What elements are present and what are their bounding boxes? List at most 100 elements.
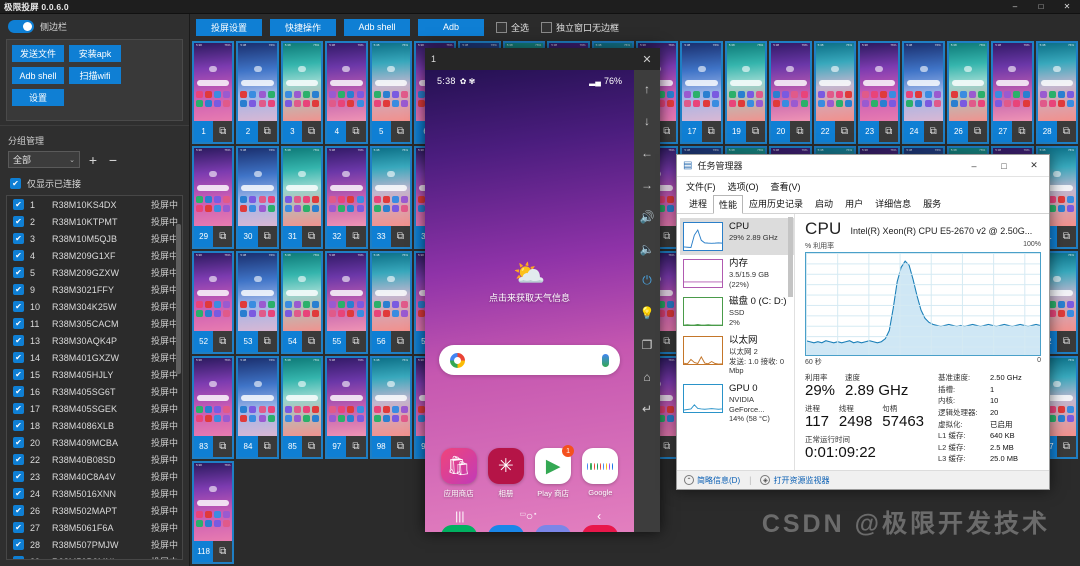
resource-item-GPU 0[interactable]: GPU 0 NVIDIA GeForce... 14% (58 °C): [680, 380, 794, 428]
task-manager-window[interactable]: ▤ 任务管理器 – □ ✕ 文件(F) 选项(O) 查看(V) 进程 性能 应用历史…: [676, 154, 1050, 490]
device-thumbnail[interactable]: 5:38 76% 31 ⧉: [280, 146, 324, 249]
tm-minimize-button[interactable]: –: [959, 155, 989, 177]
tab-服务[interactable]: 服务: [917, 194, 947, 213]
tab-性能[interactable]: 性能: [713, 195, 744, 214]
left-arrow-icon[interactable]: ←: [635, 137, 659, 168]
thumbnail-index[interactable]: 56: [371, 331, 391, 352]
right-arrow-icon[interactable]: →: [635, 169, 659, 200]
cast-settings-button[interactable]: 投屏设置: [196, 18, 262, 36]
thumbnail-index[interactable]: 84: [238, 436, 258, 457]
sidebar-toggle-switch[interactable]: [8, 20, 34, 33]
device-checkbox[interactable]: [13, 301, 24, 312]
device-checkbox[interactable]: [13, 505, 24, 516]
only-connected-checkbox[interactable]: [10, 178, 21, 189]
device-thumbnail[interactable]: 5:38 76% 24 ⧉: [902, 41, 945, 144]
down-arrow-icon[interactable]: ↓: [635, 105, 659, 136]
select-all-row[interactable]: 全选: [496, 21, 529, 34]
open-window-icon[interactable]: ⧉: [213, 331, 232, 352]
remove-group-button[interactable]: −: [106, 153, 120, 167]
device-thumbnail[interactable]: 5:38 76% 118 ⧉: [192, 461, 235, 564]
device-row[interactable]: 28 R38M507PMJW 投屏中: [7, 536, 182, 553]
device-row[interactable]: 4 R38M209G1XF 投屏中: [7, 247, 182, 264]
close-button[interactable]: ✕: [1054, 0, 1080, 13]
microphone-icon[interactable]: [602, 353, 609, 367]
nav-home-icon[interactable]: ○: [526, 509, 533, 523]
only-connected-row[interactable]: 仅显示已连接: [0, 174, 189, 195]
open-window-icon[interactable]: ⧉: [346, 436, 365, 457]
device-thumbnail[interactable]: 5:38 76% 33 ⧉: [369, 146, 412, 249]
resource-item-CPU[interactable]: CPU 29% 2.89 GHz: [680, 218, 794, 255]
device-row[interactable]: 18 R38M4086XLB 投屏中: [7, 417, 182, 434]
open-window-icon[interactable]: ⧉: [1057, 436, 1076, 457]
device-row[interactable]: 15 R38M405HJLY 投屏中: [7, 366, 182, 383]
device-checkbox[interactable]: [13, 335, 24, 346]
device-checkbox[interactable]: [13, 403, 24, 414]
open-window-icon[interactable]: ⧉: [213, 121, 232, 142]
resource-list-scrollbar[interactable]: [788, 217, 793, 297]
open-window-icon[interactable]: ⧉: [391, 436, 410, 457]
app-play-store[interactable]: ▶ 1 Play 商店: [530, 445, 577, 499]
device-checkbox[interactable]: [13, 369, 24, 380]
open-window-icon[interactable]: ⧉: [657, 436, 676, 457]
open-window-icon[interactable]: ⧉: [258, 331, 277, 352]
open-window-icon[interactable]: ⧉: [1012, 121, 1031, 142]
device-checkbox[interactable]: [13, 437, 24, 448]
device-list-scrollbar[interactable]: [176, 224, 181, 374]
device-checkbox[interactable]: [13, 386, 24, 397]
mirror-close-icon[interactable]: ✕: [636, 53, 658, 66]
device-thumbnail[interactable]: 5:38 76% 20 ⧉: [769, 41, 812, 144]
app-google-folder[interactable]: Google: [577, 448, 624, 499]
recents-icon[interactable]: ❐: [635, 329, 659, 360]
thumbnail-index[interactable]: 28: [1037, 121, 1057, 142]
device-thumbnail[interactable]: 5:38 76% 97 ⧉: [325, 356, 368, 459]
tab-启动[interactable]: 启动: [809, 194, 839, 213]
device-checkbox[interactable]: [13, 454, 24, 465]
device-thumbnail[interactable]: 5:38 76% 5 ⧉: [369, 41, 412, 144]
device-row[interactable]: 27 R38M5061F6A 投屏中: [7, 519, 182, 536]
open-window-icon[interactable]: ⧉: [1057, 226, 1076, 247]
adb-shell-toolbar-button[interactable]: Adb shell: [344, 18, 410, 36]
thumbnail-index[interactable]: 2: [238, 121, 258, 142]
resource-monitor-link[interactable]: ◈ 打开资源监视器: [760, 475, 829, 486]
device-thumbnail[interactable]: 5:38 76% 29 ⧉: [192, 146, 235, 249]
open-window-icon[interactable]: ⧉: [258, 436, 277, 457]
volume-up-icon[interactable]: 🔊: [635, 201, 659, 232]
resource-item-内存[interactable]: 内存 3.5/15.9 GB (22%): [680, 255, 794, 293]
device-checkbox[interactable]: [13, 471, 24, 482]
group-select[interactable]: 全部 ⌄: [8, 151, 80, 168]
open-window-icon[interactable]: ⧉: [391, 226, 410, 247]
device-checkbox[interactable]: [13, 250, 24, 261]
open-window-icon[interactable]: ⧉: [346, 331, 365, 352]
app-应用商店[interactable]: 🛍 应用商店: [435, 448, 482, 499]
device-thumbnail[interactable]: 5:38 76% 32 ⧉: [325, 146, 368, 249]
maximize-button[interactable]: □: [1028, 0, 1054, 13]
tab-详细信息[interactable]: 详细信息: [869, 194, 917, 213]
resource-item-以太网[interactable]: 以太网 以太网 2 发送: 1.0 接收: 0 Mbp: [680, 332, 794, 380]
device-thumbnail[interactable]: 5:38 76% 98 ⧉: [369, 356, 412, 459]
device-thumbnail[interactable]: 5:38 76% 52 ⧉: [192, 251, 235, 354]
device-row[interactable]: 23 R38M40C8A4V 投屏中: [7, 468, 182, 485]
open-window-icon[interactable]: ⧉: [746, 121, 765, 142]
thumbnail-index[interactable]: 4: [327, 121, 347, 142]
device-row[interactable]: 11 R38M305CACM 投屏中: [7, 315, 182, 332]
device-thumbnail[interactable]: 5:38 76% 56 ⧉: [369, 251, 412, 354]
minimize-button[interactable]: –: [1002, 0, 1028, 13]
weather-widget[interactable]: ⛅ 点击来获取天气信息: [425, 260, 634, 304]
device-thumbnail[interactable]: 5:38 76% 83 ⧉: [192, 356, 235, 459]
nav-recents-icon[interactable]: |||: [455, 509, 464, 523]
scan-wifi-button[interactable]: 扫描wifi: [69, 67, 121, 84]
device-row[interactable]: 17 R38M405SGEK 投屏中: [7, 400, 182, 417]
device-thumbnail[interactable]: 5:38 76% 30 ⧉: [236, 146, 279, 249]
google-search-bar[interactable]: [439, 345, 620, 375]
device-row[interactable]: 20 R38M409MCBA 投屏中: [7, 434, 182, 451]
device-row[interactable]: 5 R38M209GZXW 投屏中: [7, 264, 182, 281]
app-相册[interactable]: ✳ 相册: [482, 448, 529, 499]
resource-item-磁盘 0 (C: D:)[interactable]: 磁盘 0 (C: D:) SSD 2%: [680, 293, 794, 331]
up-arrow-icon[interactable]: ↑: [635, 73, 659, 104]
thumbnail-index[interactable]: 52: [194, 331, 214, 352]
thumbnail-index[interactable]: 85: [282, 436, 302, 457]
device-checkbox[interactable]: [13, 352, 24, 363]
device-checkbox[interactable]: [13, 199, 24, 210]
device-thumbnail[interactable]: 5:38 76% 3 ⧉: [280, 41, 324, 144]
thumbnail-index[interactable]: 32: [327, 226, 347, 247]
